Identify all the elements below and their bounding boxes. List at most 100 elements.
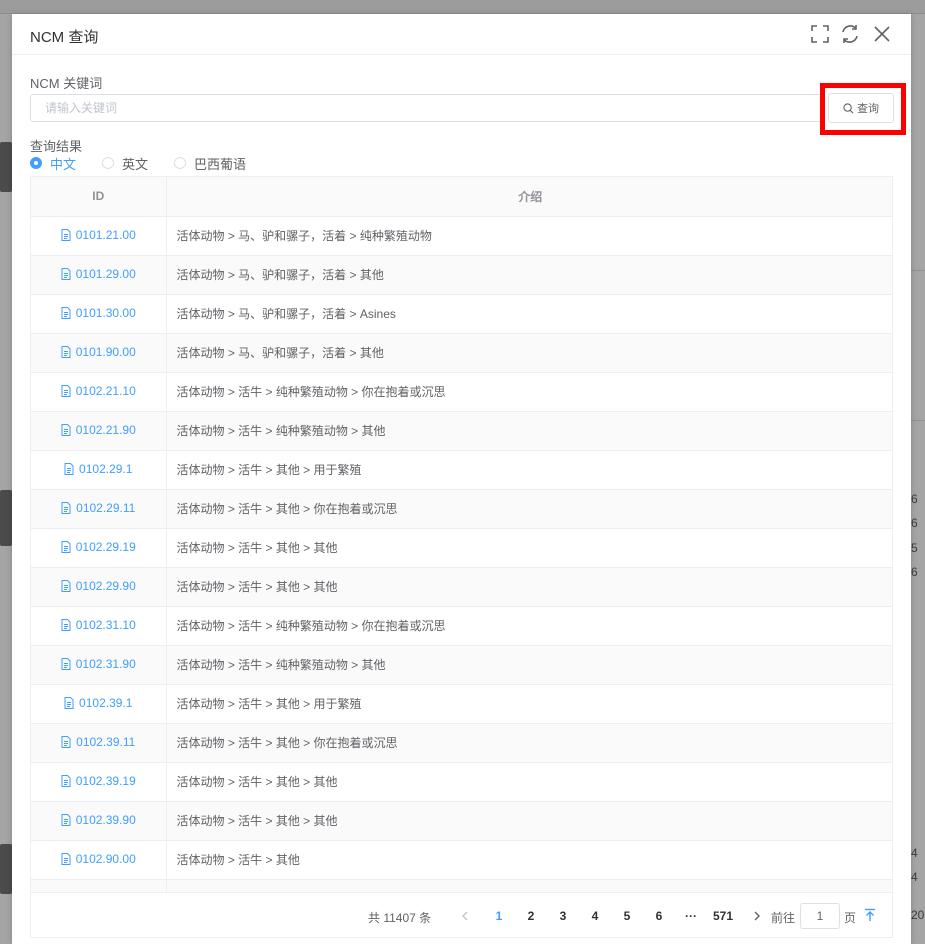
results-table: ID 介绍 0101.21.00 活体动物 > 马、驴和骡子，活着 > 纯种繁殖动… — [30, 176, 893, 893]
desc-cell: 活体动物 > 活牛 > 其他 > 你在抱着或沉思 — [166, 723, 892, 763]
document-icon — [61, 306, 71, 319]
id-cell: 0102.21.10 — [31, 372, 167, 412]
background-left-strip — [0, 14, 12, 944]
ncm-id-link[interactable]: 0102.39.19 — [61, 774, 136, 788]
table-row: 0102.21.90 活体动物 > 活牛 > 纯种繁殖动物 > 其他 — [31, 411, 892, 451]
ncm-id-link[interactable]: 0102.39.1 — [64, 696, 132, 710]
keyword-input[interactable] — [30, 94, 825, 122]
desc-cell: 活体动物 > 活牛 > 其他 > 其他 — [166, 762, 892, 802]
ncm-id-link[interactable]: 0102.29.11 — [61, 501, 135, 515]
document-icon — [61, 384, 71, 397]
document-icon — [64, 696, 74, 709]
more-pages-ellipsis[interactable]: ··· — [678, 905, 704, 927]
desc-cell: 活体动物 > 活牛 > 纯种繁殖动物 > 你在抱着或沉思 — [166, 606, 892, 646]
table-row: 0101.29.00 活体动物 > 马、驴和骡子，活着 > 其他 — [31, 255, 892, 295]
table-row: 0102.39.90 活体动物 > 活牛 > 其他 > 其他 — [31, 801, 892, 841]
document-icon — [61, 657, 71, 670]
id-cell: 0102.39.1 — [31, 684, 167, 724]
desc-cell: 活体动物 > 马、驴和骡子，活着 > Asines — [166, 294, 892, 334]
radio-portuguese[interactable]: 巴西葡语 — [174, 154, 246, 173]
goto-label: 前往 — [771, 911, 796, 925]
results-label: 查询结果 — [30, 139, 83, 154]
ncm-id-link[interactable]: 0101.90.00 — [61, 345, 136, 359]
page-6-button[interactable]: 6 — [646, 905, 672, 927]
ncm-id-link[interactable]: 0102.29.90 — [61, 579, 136, 593]
ncm-id-link[interactable]: 0102.29.19 — [61, 540, 136, 554]
next-page-button[interactable] — [744, 905, 770, 927]
refresh-icon[interactable] — [839, 23, 861, 45]
desc-cell: 活体动物 > 活牛 > 其他 — [166, 840, 892, 880]
ncm-id-link[interactable]: 0101.21.00 — [61, 228, 136, 242]
fullscreen-icon[interactable] — [809, 23, 831, 45]
document-icon — [61, 852, 71, 865]
id-cell: 0102.29.19 — [31, 528, 167, 568]
desc-cell: 活体动物 > 活牛 > 其他 > 其他 — [166, 528, 892, 568]
desc-cell: 活体动物 > 活牛 > 其他 > 你在抱着或沉思 — [166, 489, 892, 529]
desc-cell: 活体动物 > 马、驴和骡子，活着 > 其他 — [166, 333, 892, 373]
table-row: 0102.31.10 活体动物 > 活牛 > 纯种繁殖动物 > 你在抱着或沉思 — [31, 606, 892, 646]
table-row: 0102.29.90 活体动物 > 活牛 > 其他 > 其他 — [31, 567, 892, 607]
ncm-id-link[interactable]: 0102.31.10 — [61, 618, 136, 632]
document-icon — [61, 735, 71, 748]
page-1-button[interactable]: 1 — [486, 905, 512, 927]
prev-page-button[interactable] — [452, 905, 478, 927]
table-row: 0101.30.00 活体动物 > 马、驴和骡子，活着 > Asines — [31, 294, 892, 334]
page-2-button[interactable]: 2 — [518, 905, 544, 927]
ncm-id: 0102.39.1 — [79, 695, 133, 710]
ncm-id-link[interactable]: 0102.90.00 — [61, 852, 136, 866]
page-4-button[interactable]: 4 — [582, 905, 608, 927]
background-value: 20 — [911, 908, 925, 922]
id-cell: 0102.29.11 — [31, 489, 167, 529]
document-icon — [61, 267, 71, 280]
ncm-id-link[interactable]: 0102.39.90 — [61, 813, 136, 827]
ncm-id-link[interactable]: 0102.21.10 — [61, 384, 136, 398]
document-icon — [61, 579, 71, 592]
keyword-label: NCM 关键词 — [30, 76, 103, 91]
table-row: 0102.29.19 活体动物 > 活牛 > 其他 > 其他 — [31, 528, 892, 568]
desc-cell: 活体动物 > 活牛 > 纯种繁殖动物 > 你在抱着或沉思 — [166, 372, 892, 412]
page-last-button[interactable]: 571 — [710, 905, 736, 927]
ncm-id-link[interactable]: 0102.39.11 — [61, 735, 135, 749]
ncm-id-link[interactable]: 0102.31.90 — [61, 657, 136, 671]
document-icon — [61, 813, 71, 826]
background-divider — [911, 270, 925, 271]
pagination: 共 11407 条 1 2 3 4 5 6 ··· 571 前往 页 — [30, 893, 893, 938]
ncm-id: 0102.31.10 — [75, 617, 136, 632]
background-divider — [911, 420, 925, 421]
table-row: 0102.31.90 活体动物 > 活牛 > 纯种繁殖动物 > 其他 — [31, 645, 892, 685]
ncm-id: 0101.21.00 — [75, 227, 136, 242]
id-cell: 0102.39.11 — [31, 723, 167, 763]
page-3-button[interactable]: 3 — [550, 905, 576, 927]
search-button[interactable]: 查询 — [828, 93, 894, 123]
background-value: 5 — [911, 541, 918, 555]
ncm-id-link[interactable]: 0101.29.00 — [61, 267, 136, 281]
page-5-button[interactable]: 5 — [614, 905, 640, 927]
document-icon — [64, 462, 74, 475]
ncm-id: 0101.30.00 — [75, 305, 136, 320]
table-header-row: ID 介绍 — [31, 177, 892, 217]
id-cell: 0102.21.90 — [31, 411, 167, 451]
id-cell: 0102.39.90 — [31, 801, 167, 841]
ncm-id: 0102.39.90 — [75, 812, 136, 827]
id-cell: 0101.90.00 — [31, 333, 167, 373]
pagination-total: 共 11407 条 — [368, 911, 432, 925]
close-icon[interactable] — [871, 23, 893, 45]
id-cell: 0102.31.10 — [31, 606, 167, 646]
ncm-id-link[interactable]: 0102.21.90 — [61, 423, 136, 437]
chevron-right-icon — [754, 911, 760, 921]
desc-cell: 活体动物 > 马、驴和骡子，活着 > 纯种繁殖动物 — [166, 216, 892, 256]
ncm-id: 0102.21.10 — [75, 383, 136, 398]
ncm-id: 0101.29.00 — [75, 266, 136, 281]
table-row: 0102.29.11 活体动物 > 活牛 > 其他 > 你在抱着或沉思 — [31, 489, 892, 529]
ncm-id-link[interactable]: 0101.30.00 — [61, 306, 136, 320]
search-icon — [843, 102, 854, 113]
radio-label: 巴西葡语 — [194, 156, 247, 172]
goto-page-input[interactable] — [800, 903, 840, 929]
radio-chinese[interactable]: 中文 — [30, 154, 76, 173]
ncm-id-link[interactable]: 0102.29.1 — [64, 462, 132, 476]
back-to-top-icon[interactable] — [863, 908, 877, 922]
desc-cell: 活体动物 > 活牛 > 其他 > 用于繁殖 — [166, 684, 892, 724]
table-row: 0102.39.11 活体动物 > 活牛 > 其他 > 你在抱着或沉思 — [31, 723, 892, 763]
radio-label: 英文 — [122, 156, 149, 172]
radio-english[interactable]: 英文 — [102, 154, 148, 173]
